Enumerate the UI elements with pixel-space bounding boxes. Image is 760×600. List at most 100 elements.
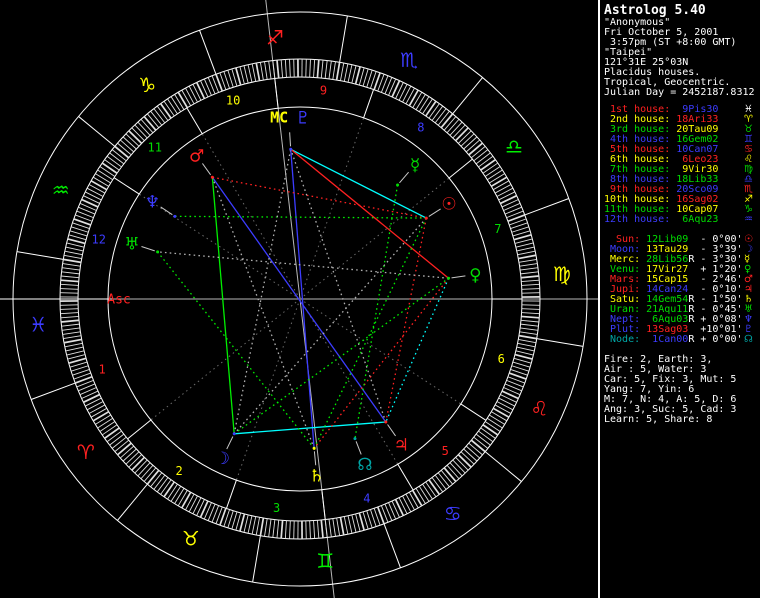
- degree-tick: [97, 417, 114, 429]
- degree-tick: [122, 136, 137, 150]
- sign-glyph-icon: ♌: [530, 396, 548, 420]
- degree-tick: [412, 91, 423, 108]
- sign-glyph-icon: ♎: [505, 134, 523, 158]
- degree-tick: [181, 491, 192, 509]
- sign-boundary: [16, 251, 64, 260]
- degree-tick: [449, 462, 463, 477]
- degree-tick: [521, 315, 540, 319]
- degree-tick: [415, 488, 426, 504]
- degree-tick: [473, 149, 489, 162]
- degree-tick: [431, 105, 444, 121]
- degree-tick: [443, 116, 457, 131]
- degree-tick: [99, 421, 116, 432]
- degree-tick: [140, 118, 154, 134]
- sign-glyph-icon: ♋: [444, 501, 462, 525]
- house-cusp-spoke: [397, 463, 414, 491]
- degree-tick: [239, 66, 245, 85]
- wheel-planet-glyph-icon: ♂: [189, 146, 204, 166]
- degree-tick: [343, 63, 349, 82]
- sign-glyph-icon: ♊: [316, 549, 334, 573]
- degree-tick: [336, 517, 341, 536]
- house-number: 8: [417, 121, 424, 135]
- degree-tick: [460, 133, 475, 147]
- planet-hub-dot: [384, 420, 388, 424]
- degree-tick: [521, 283, 540, 286]
- degree-tick: [518, 254, 537, 260]
- degree-tick: [475, 152, 491, 165]
- degree-tick: [515, 350, 534, 356]
- planet-row: Node: 1Can00R + 0°00' ☊: [604, 334, 753, 345]
- degree-tick: [463, 136, 478, 150]
- degree-tick: [243, 514, 249, 533]
- degree-tick: [68, 234, 87, 241]
- house-cusp-spoke: [460, 403, 487, 421]
- degree-tick: [66, 350, 85, 356]
- degree-tick: [259, 62, 264, 81]
- degree-tick: [85, 397, 102, 407]
- degree-tick: [408, 89, 419, 107]
- degree-tick: [520, 323, 539, 327]
- chart-info-line: Julian Day = 2452187.8312: [604, 87, 755, 98]
- house-row: 12th house: 6Aqu23 ♒: [604, 214, 753, 225]
- degree-tick: [104, 427, 120, 440]
- degree-tick: [167, 98, 178, 115]
- degree-tick: [480, 158, 496, 171]
- degree-tick: [195, 82, 206, 99]
- degree-tick: [61, 319, 80, 323]
- degree-tick: [496, 401, 514, 411]
- degree-tick: [66, 242, 85, 248]
- house-number: 1: [98, 363, 105, 377]
- degree-tick: [276, 519, 280, 538]
- planet-pointer: [428, 208, 441, 217]
- degree-tick: [95, 414, 111, 425]
- degree-tick: [490, 176, 508, 188]
- house-cusp-line: [299, 117, 365, 300]
- degree-tick: [128, 130, 143, 145]
- degree-tick: [339, 517, 345, 536]
- degree-tick: [111, 436, 127, 449]
- sign-boundary: [199, 29, 217, 75]
- degree-tick: [332, 518, 336, 537]
- degree-tick: [153, 108, 166, 124]
- sign-boundary: [383, 523, 401, 568]
- degree-tick: [143, 467, 157, 482]
- house-cusp-spoke: [225, 479, 237, 509]
- wheel-planet-glyph-icon: ♄: [309, 466, 324, 486]
- degree-tick: [518, 334, 537, 340]
- planet-pointer: [160, 206, 173, 216]
- degree-tick: [351, 65, 357, 84]
- degree-tick: [454, 127, 469, 142]
- degree-tick: [394, 499, 405, 516]
- sign-boundary: [484, 451, 522, 482]
- sign-boundary: [252, 535, 261, 583]
- degree-tick: [402, 495, 412, 513]
- degree-tick: [492, 180, 510, 191]
- degree-tick: [489, 414, 505, 425]
- degree-tick: [313, 520, 316, 539]
- degree-tick: [119, 139, 135, 153]
- degree-tick: [328, 60, 332, 79]
- chart-wheel: ♈♉♊♋♌♍♎♏♐♑♒♓123456789101112☉☽☿♀♂♃♄♅♆♇☊As…: [0, 0, 598, 600]
- degree-tick: [86, 401, 104, 411]
- degree-tick: [316, 520, 320, 539]
- degree-tick: [492, 407, 510, 418]
- degree-tick: [440, 470, 454, 485]
- sign-boundary: [524, 198, 569, 216]
- degree-tick: [335, 62, 341, 81]
- degree-tick: [354, 66, 361, 85]
- planet-hub-dot: [396, 183, 400, 187]
- house-number: 11: [148, 141, 162, 155]
- degree-tick: [316, 59, 320, 78]
- degree-tick: [192, 497, 202, 514]
- degree-tick: [443, 467, 457, 483]
- degree-tick: [411, 489, 423, 507]
- degree-tick: [272, 519, 276, 538]
- degree-tick: [67, 354, 86, 360]
- degree-tick: [313, 59, 316, 78]
- degree-tick: [503, 202, 521, 211]
- wheel-planet-glyph-icon: ♃: [394, 435, 409, 455]
- degree-tick: [437, 110, 450, 126]
- house-cusp-spoke: [127, 419, 152, 440]
- degree-tick: [97, 169, 114, 181]
- degree-tick: [114, 145, 130, 159]
